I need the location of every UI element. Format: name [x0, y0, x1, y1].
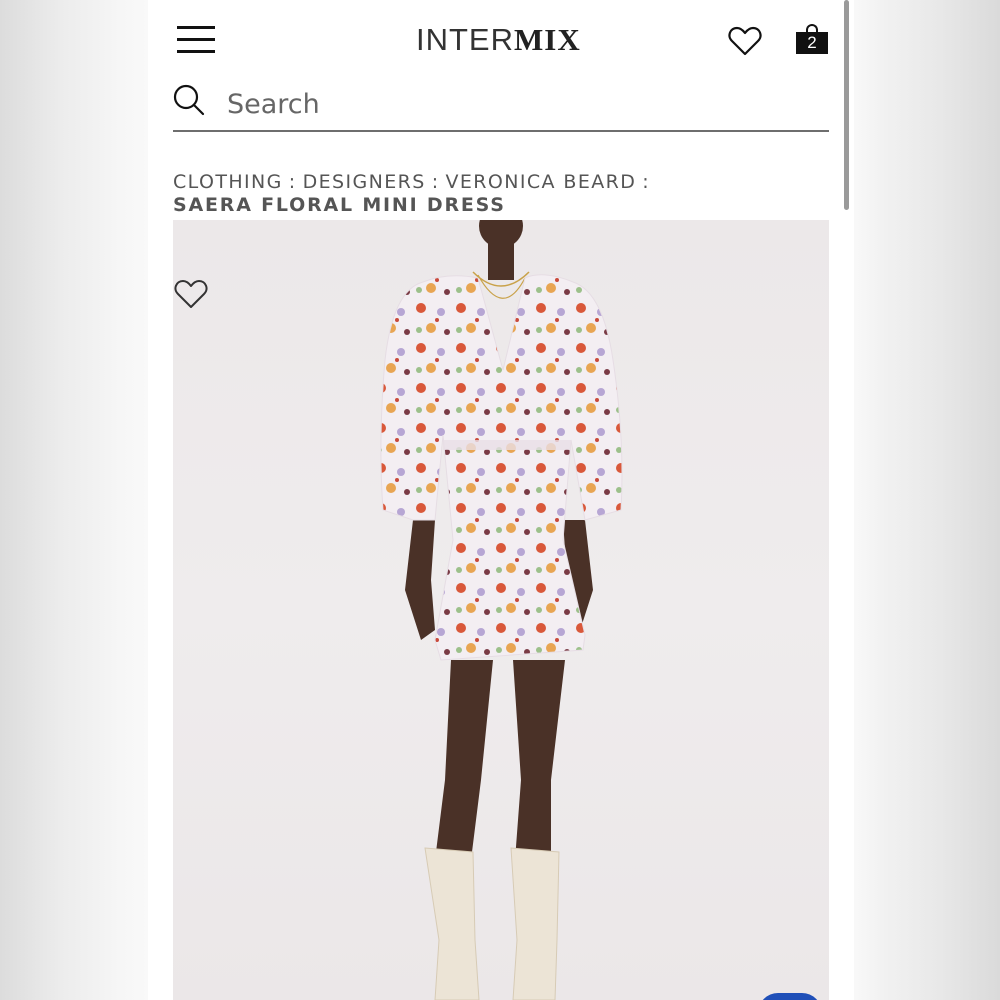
logo-inter: INTER [416, 22, 514, 57]
breadcrumb-separator: : [642, 171, 651, 193]
mobile-page: INTERMIX 2 CLOTHING:DESIGNERS:VERONICA B… [148, 0, 854, 1000]
product-title: SAERA FLORAL MINI DRESS [173, 194, 506, 216]
breadcrumb-clothing[interactable]: CLOTHING [173, 171, 283, 193]
search-bar [173, 80, 829, 132]
shopping-bag-icon[interactable]: 2 [796, 24, 828, 54]
logo-mix: MIX [514, 22, 581, 57]
breadcrumb-veronica-beard[interactable]: VERONICA BEARD [446, 171, 637, 193]
search-icon[interactable] [173, 84, 207, 116]
search-input[interactable] [227, 86, 817, 122]
product-image[interactable] [173, 220, 829, 1000]
scrollbar[interactable] [844, 0, 849, 210]
breadcrumb: CLOTHING: DESIGNERS: VERONICA BEARD: [173, 168, 656, 196]
site-header: INTERMIX 2 [148, 0, 854, 80]
breadcrumb-designers[interactable]: DESIGNERS [303, 171, 426, 193]
product-wishlist-icon[interactable] [174, 279, 208, 309]
hamburger-menu-icon[interactable] [177, 26, 215, 54]
breadcrumb-separator: : [288, 171, 297, 193]
model-photo [380, 220, 623, 1000]
bag-count: 2 [796, 32, 828, 54]
intermix-logo[interactable]: INTERMIX [416, 22, 581, 58]
breadcrumb-separator: : [431, 171, 440, 193]
heart-icon[interactable] [728, 26, 762, 56]
